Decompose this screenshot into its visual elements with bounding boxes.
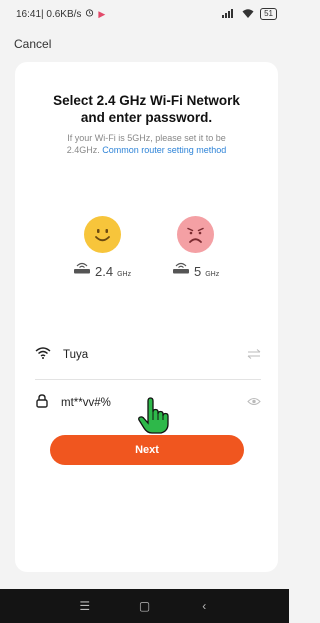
router-icon bbox=[73, 261, 91, 279]
wifi-icon bbox=[35, 346, 51, 364]
band-5ghz: 5 GHz bbox=[172, 261, 219, 279]
happy-face-icon bbox=[84, 216, 121, 253]
subtitle: If your Wi-Fi is 5GHz, please set it to … bbox=[25, 132, 268, 156]
divider bbox=[35, 379, 261, 380]
battery-icon: 51 bbox=[260, 8, 277, 20]
alarm-clock-icon bbox=[85, 8, 94, 20]
home-icon[interactable]: ▢ bbox=[130, 599, 160, 613]
router-setting-link[interactable]: Common router setting method bbox=[102, 145, 226, 155]
status-time: 16:41| 0.6KB/s bbox=[16, 8, 82, 20]
hand-pointer-icon bbox=[137, 397, 171, 440]
band-2-4-value: 2.4 bbox=[95, 264, 114, 279]
subtitle-line-2: 2.4GHz. Common router setting method bbox=[25, 144, 268, 156]
navigation-bar: ☰ ▢ ‹ bbox=[0, 589, 289, 623]
play-icon: ▶ bbox=[98, 8, 106, 19]
title-line-2: and enter password. bbox=[80, 110, 213, 125]
title-line-1: Select 2.4 GHz Wi-Fi Network bbox=[53, 93, 240, 108]
wifi-name-value[interactable]: Tuya bbox=[63, 349, 247, 361]
band-2-4-unit: GHz bbox=[117, 271, 132, 278]
status-right: 51 bbox=[222, 8, 277, 21]
wifi-setup-card: Select 2.4 GHz Wi-Fi Network and enter p… bbox=[15, 62, 278, 572]
band-2-4ghz: 2.4 GHz bbox=[73, 261, 131, 279]
router-icon bbox=[172, 261, 190, 279]
signal-icon bbox=[222, 8, 236, 21]
status-bar: 16:41| 0.6KB/s ▶ 51 bbox=[0, 0, 289, 28]
subtitle-line-2-prefix: 2.4GHz. bbox=[66, 145, 103, 155]
lock-icon bbox=[35, 393, 49, 413]
switch-network-icon[interactable] bbox=[247, 348, 261, 362]
wifi-name-field[interactable]: Tuya bbox=[35, 345, 261, 365]
band-5-unit: GHz bbox=[205, 271, 220, 278]
back-icon[interactable]: ‹ bbox=[189, 599, 219, 613]
page-title: Select 2.4 GHz Wi-Fi Network and enter p… bbox=[15, 92, 278, 126]
wifi-status-icon bbox=[242, 8, 254, 21]
status-left: 16:41| 0.6KB/s ▶ bbox=[16, 8, 105, 20]
cancel-button[interactable]: Cancel bbox=[14, 37, 51, 51]
sad-face-icon bbox=[177, 216, 214, 253]
eye-icon[interactable] bbox=[247, 397, 261, 409]
subtitle-line-1: If your Wi-Fi is 5GHz, please set it to … bbox=[67, 133, 226, 143]
band-5-value: 5 bbox=[194, 264, 202, 279]
menu-icon[interactable]: ☰ bbox=[70, 599, 100, 613]
